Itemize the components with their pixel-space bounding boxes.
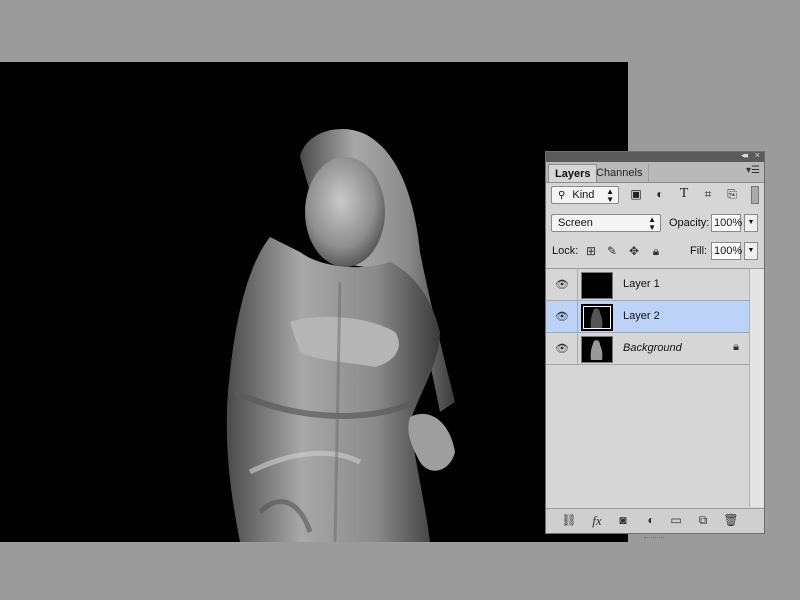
tab-channels[interactable]: Channels	[590, 164, 650, 182]
type-filter-icon[interactable]: T	[676, 186, 692, 202]
layers-list: 👁︎ Layer 1 👁︎ Layer 2 👁︎ Background 🔒︎	[546, 268, 751, 507]
panel-tabs: Layers Channels ▾☰	[546, 162, 764, 183]
add-mask-icon[interactable]: ◙	[614, 513, 632, 529]
layer-row-layer-2[interactable]: 👁︎ Layer 2	[546, 301, 751, 333]
statue-thumbnail-icon	[590, 308, 603, 328]
divider	[577, 301, 578, 332]
group-folder-icon[interactable]: ▭	[667, 513, 685, 529]
resize-grip[interactable]	[644, 533, 664, 538]
lock-label: Lock:	[552, 245, 579, 257]
image-filter-icon[interactable]: ▣	[628, 186, 644, 202]
fill-label: Fill:	[690, 245, 708, 257]
search-icon: ⚲	[558, 190, 566, 201]
filter-kind-label: Kind	[572, 189, 595, 201]
adjustment-filter-icon[interactable]: ◐	[652, 186, 668, 202]
blend-mode-dropdown[interactable]: Screen ▲ ▼	[551, 214, 661, 232]
delete-layer-icon[interactable]: 🗑︎	[722, 513, 740, 529]
new-layer-icon[interactable]: ⧉	[694, 513, 712, 529]
lock-all-icon[interactable]: 🔒︎	[648, 244, 664, 259]
layer-name[interactable]: Layer 2	[623, 310, 660, 322]
lock-transparent-pixels-icon[interactable]: ⊞	[583, 244, 599, 258]
opacity-input[interactable]: 100%	[711, 214, 742, 232]
eye-icon[interactable]: 👁︎	[554, 342, 570, 355]
eye-icon[interactable]: 👁︎	[554, 310, 570, 323]
lock-image-pixels-icon[interactable]: ✎	[604, 244, 620, 258]
lock-row: Lock: ⊞ ✎ ✥ 🔒︎ Fill: 100% ▼	[546, 242, 764, 262]
lock-position-icon[interactable]: ✥	[626, 244, 642, 258]
dropdown-arrows-icon: ▲ ▼	[606, 187, 614, 204]
link-layers-icon[interactable]: ⛓	[560, 513, 578, 529]
fx-icon[interactable]: fx	[588, 513, 606, 529]
panel-menu-icon[interactable]: ▾☰	[746, 165, 760, 176]
panel-footer: ⛓ fx ◙ ◐ ▭ ⧉ 🗑︎	[546, 508, 764, 538]
opacity-label: Opacity:	[669, 217, 710, 229]
fill-input[interactable]: 100%	[711, 242, 742, 260]
layer-row-layer-1[interactable]: 👁︎ Layer 1	[546, 269, 751, 301]
layers-scrollbar[interactable]	[749, 268, 764, 507]
statue-image	[226, 128, 455, 542]
divider	[577, 269, 578, 300]
fill-slider-arrow-icon[interactable]: ▼	[744, 242, 758, 260]
layers-panel: ◂◂ × Layers Channels ▾☰ ⚲ Kind ▲ ▼ ▣ ◐ T …	[545, 150, 765, 538]
panel-title-bar[interactable]: ◂◂ ×	[546, 150, 764, 162]
divider	[577, 333, 578, 364]
workspace: ◂◂ × Layers Channels ▾☰ ⚲ Kind ▲ ▼ ▣ ◐ T …	[0, 0, 800, 600]
filter-toggle-switch[interactable]	[751, 186, 759, 204]
filter-row: ⚲ Kind ▲ ▼ ▣ ◐ T ⌗ ⎘	[546, 186, 764, 206]
document-canvas[interactable]	[0, 62, 628, 542]
dropdown-arrows-icon: ▲ ▼	[648, 215, 656, 232]
statue-thumbnail-icon	[590, 340, 603, 360]
eye-icon[interactable]: 👁︎	[554, 278, 570, 291]
blend-mode-value: Screen	[558, 217, 593, 229]
layer-row-background[interactable]: 👁︎ Background 🔒︎	[546, 333, 751, 365]
collapse-panel-icon[interactable]: ◂◂	[741, 150, 748, 161]
layer-thumbnail	[581, 336, 613, 363]
close-panel-icon[interactable]: ×	[755, 150, 760, 160]
smart-object-filter-icon[interactable]: ⎘	[724, 186, 740, 202]
layer-name[interactable]: Background	[623, 342, 682, 354]
blend-row: Screen ▲ ▼ Opacity: 100% ▼	[546, 214, 764, 234]
layer-name[interactable]: Layer 1	[623, 278, 660, 290]
filter-kind-dropdown[interactable]: ⚲ Kind ▲ ▼	[551, 186, 619, 204]
layer-lock-icon[interactable]: 🔒︎	[733, 341, 739, 354]
shape-filter-icon[interactable]: ⌗	[700, 186, 716, 202]
layer-thumbnail	[581, 304, 613, 331]
adjustment-layer-icon[interactable]: ◐	[642, 513, 660, 529]
opacity-slider-arrow-icon[interactable]: ▼	[744, 214, 758, 232]
layer-thumbnail	[581, 272, 613, 299]
